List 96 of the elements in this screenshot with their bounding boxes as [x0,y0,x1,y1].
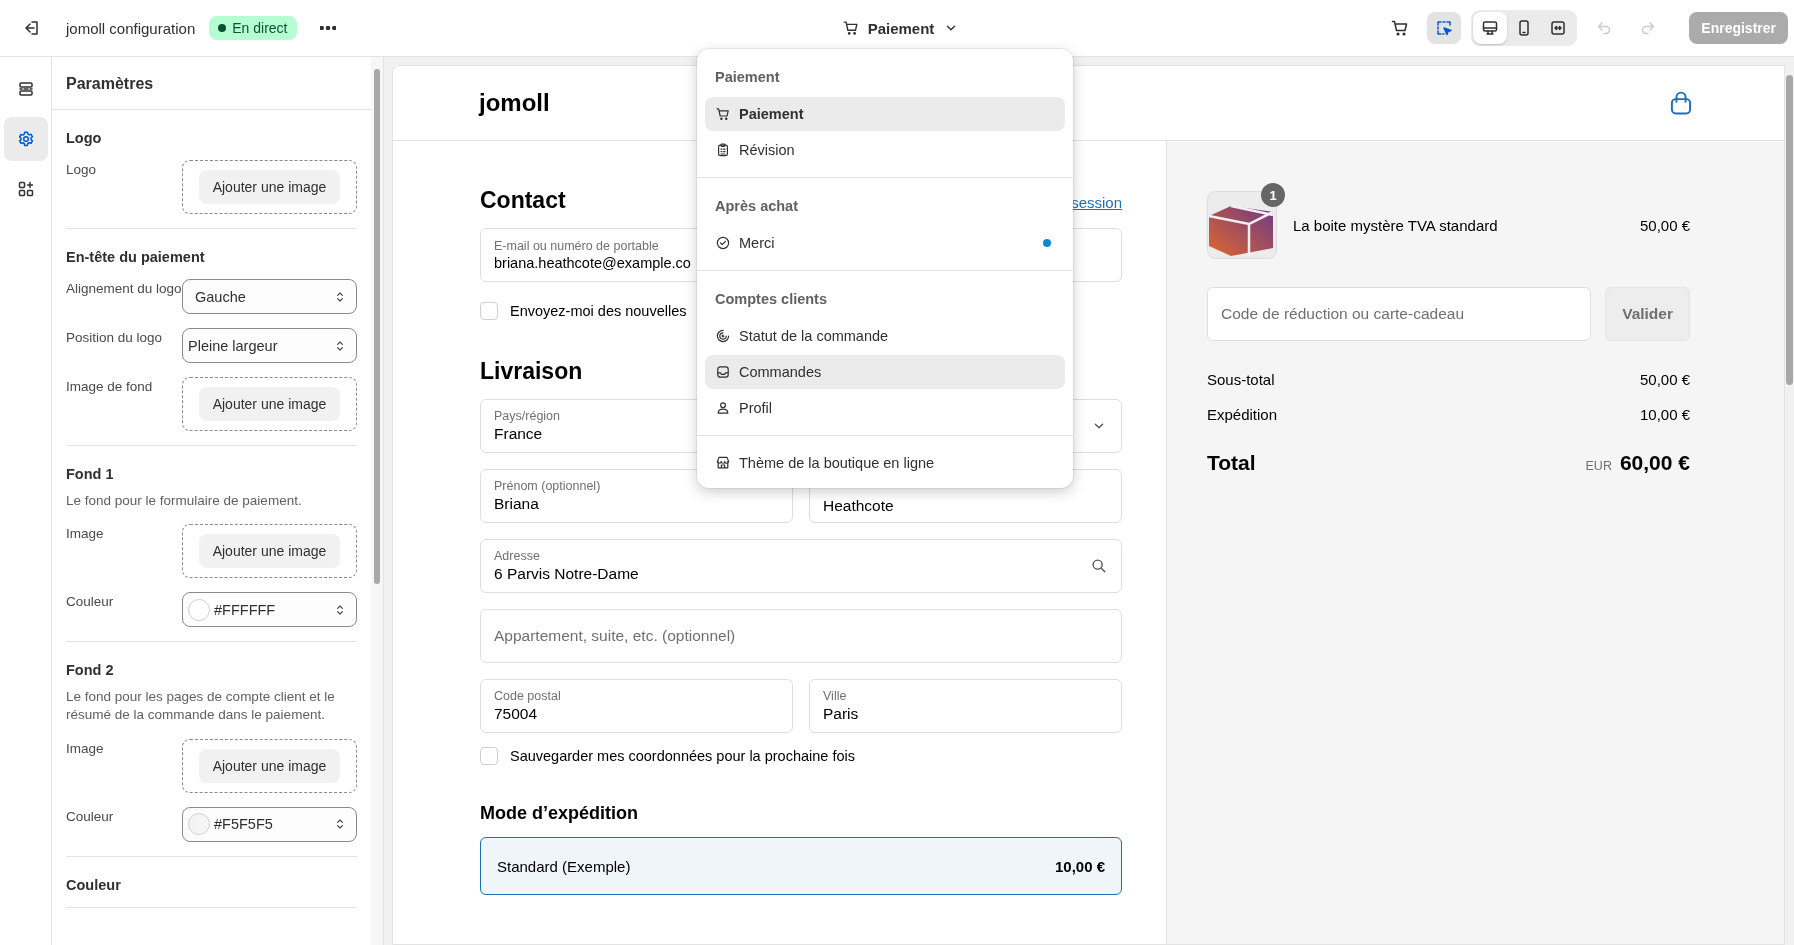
person-icon [715,400,731,416]
field-value: Briana [494,495,539,513]
field-value: France [494,425,543,443]
shipping-price: 10,00 € [1054,857,1105,875]
add-image-button[interactable]: Ajouter une image [198,170,341,204]
checkbox-label: Sauvegarder mes coordonnées pour la prochaine fois [510,748,855,764]
menu-group-heading: Après achat [714,197,799,216]
text-field[interactable]: Code postal 75004 [480,679,793,733]
settings-tab[interactable] [3,117,48,161]
search-field[interactable]: Adresse 6 Parvis Notre-Dame [480,539,1122,593]
section-heading: Contact [480,187,566,214]
summary-label: Expédition [1207,406,1278,423]
menu-group-heading: Comptes clients [714,290,828,309]
select-field[interactable]: Gauche [182,279,357,314]
discount-field[interactable]: Code de réduction ou carte-cadeau [1207,287,1592,341]
color-field[interactable]: #FFFFFF [182,592,357,628]
section-heading: Mode d’expédition [480,803,638,824]
color-swatch [188,813,210,836]
total-amount: 60,00 € [1619,451,1690,475]
page-selector[interactable]: Paiement [833,15,969,41]
select-field[interactable]: Pleine largeur [182,328,357,363]
checkbox[interactable] [480,747,498,765]
section-heading: Fond 2 [66,662,115,679]
field-value: 6 Parvis Notre-Dame [494,565,639,583]
app-title: jomoll configuration [66,19,196,37]
field-label: Code postal [494,689,561,703]
quantity-badge: 1 [1261,183,1285,207]
text-field[interactable]: Ville Paris [809,679,1122,733]
menu-item[interactable]: Commandes [705,355,1065,389]
check-circle-icon [715,235,731,251]
status-badge: En direct [209,16,297,40]
setting-label: Position du logo [66,329,164,347]
cart-icon [841,19,860,37]
login-link[interactable]: session [1071,194,1122,211]
add-image-button[interactable]: Ajouter une image [198,387,341,421]
color-value: #FFFFFF [214,601,276,618]
summary-value: 10,00 € [1639,406,1690,423]
desktop-view-button[interactable] [1473,12,1508,44]
field-value: 75004 [494,705,538,723]
section-heading: Couleur [66,876,122,893]
store-name: jomoll [479,89,550,117]
field-value: briana.heathcote@example.co [494,255,691,271]
spiral-icon [715,328,731,344]
setting-label: Couleur [66,807,115,826]
color-value: #F5F5F5 [214,816,273,833]
section-heading: Logo [66,130,103,146]
setting-label: Couleur [66,593,115,612]
field-label: Adresse [494,549,540,563]
cart-icon [715,106,731,122]
menu-item[interactable]: Profil [705,391,1065,425]
section-description: Le fond pour les pages de compte client et le résumé de la commande dans le paiement. [66,688,336,725]
checkbox[interactable] [480,302,498,320]
section-heading: En-tête du paiement [66,249,206,265]
field-label: Pays/région [494,409,560,423]
summary-label: Sous-total [1207,371,1275,388]
setting-label: Logo [66,161,98,179]
setting-label: Image de fond [66,378,154,396]
setting-label: Image [66,739,105,758]
more-icon [319,26,336,30]
menu-item[interactable]: Merci [705,226,1065,260]
currency-code: EUR [1585,459,1612,473]
section-description: Le fond pour le formulaire de paiement. [66,492,303,510]
total-label: Total [1207,451,1256,475]
add-image-button[interactable]: Ajouter une image [198,534,341,569]
menu-group-heading: Paiement [714,68,781,87]
text-field[interactable]: Appartement, suite, etc. (optionnel) [480,609,1122,663]
field-label: Ville [823,689,847,703]
menu-item[interactable]: Statut de la commande [705,319,1065,353]
setting-label: Alignement du logo [66,280,182,298]
setting-label: Image [66,525,105,544]
shipping-label: Standard (Exemple) [497,857,631,875]
product-name: La boite mystère TVA standard [1293,216,1499,234]
color-swatch [188,598,210,621]
store-icon [715,455,731,471]
section-heading: Fond 1 [66,466,115,482]
field-label: E-mail ou numéro de portable [494,239,659,253]
field-value: Paris [823,705,859,723]
field-label: Prénom (optionnel) [494,479,601,493]
menu-item[interactable]: Révision [705,133,1065,167]
summary-value: 50,00 € [1639,371,1690,388]
product-box-drawing [1207,191,1277,259]
color-field[interactable]: #F5F5F5 [182,806,357,842]
checkbox-label: Envoyez-moi des nouvelles [510,303,687,319]
inbox-icon [715,364,731,380]
section-heading: Livraison [480,358,583,385]
clipboard-icon [715,142,731,158]
bag-icon [1668,89,1694,117]
cursor-selection-icon [1434,18,1455,38]
search-icon [1090,557,1108,575]
apply-button[interactable]: Valider [1605,287,1690,341]
add-image-button[interactable]: Ajouter une image [198,748,341,783]
shipping-option[interactable]: Standard (Exemple) 10,00 € [480,837,1122,895]
menu-item[interactable]: Paiement [705,97,1065,131]
product-price: 50,00 € [1639,216,1690,234]
inspect-button[interactable] [1427,12,1462,44]
field-value: Heathcote [823,497,894,515]
